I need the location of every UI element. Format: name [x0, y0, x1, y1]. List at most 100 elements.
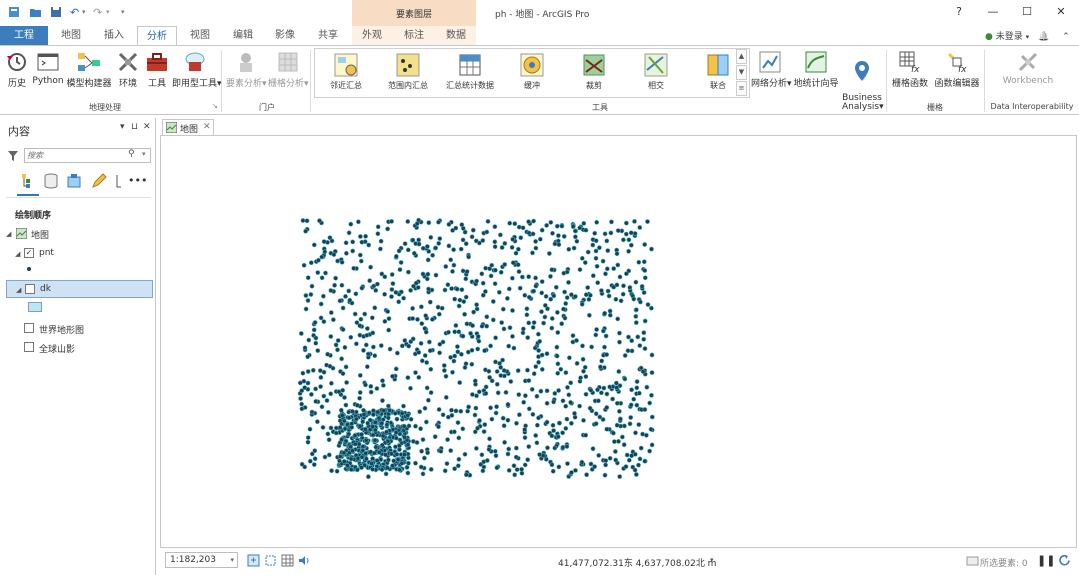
gallery-summary-statistics[interactable]: 汇总统计数据 [439, 52, 501, 91]
point-feature[interactable] [549, 267, 555, 273]
point-feature[interactable] [420, 437, 426, 442]
point-feature[interactable] [469, 392, 475, 397]
point-feature[interactable] [574, 360, 580, 366]
point-feature[interactable] [418, 464, 424, 470]
point-feature[interactable] [315, 348, 321, 353]
point-feature[interactable] [430, 252, 435, 258]
point-feature[interactable] [519, 274, 525, 280]
point-feature[interactable] [390, 426, 396, 432]
point-feature[interactable] [566, 392, 572, 398]
point-feature[interactable] [601, 385, 607, 391]
point-feature[interactable] [569, 470, 574, 475]
point-feature[interactable] [483, 265, 488, 271]
point-feature[interactable] [519, 470, 525, 476]
point-feature[interactable] [585, 249, 591, 255]
point-feature[interactable] [624, 452, 630, 458]
point-feature[interactable] [370, 330, 376, 336]
point-feature[interactable] [355, 219, 361, 225]
environments-button[interactable]: 环境 [115, 50, 141, 89]
layer-visibility-checkbox[interactable] [25, 284, 35, 294]
point-feature[interactable] [469, 347, 475, 353]
point-feature[interactable] [516, 412, 522, 418]
point-feature[interactable] [579, 301, 585, 307]
point-feature[interactable] [471, 309, 476, 315]
point-feature[interactable] [339, 259, 345, 265]
point-feature[interactable] [643, 432, 649, 438]
point-feature[interactable] [557, 420, 562, 426]
point-feature[interactable] [570, 339, 576, 345]
point-feature[interactable] [510, 333, 515, 339]
point-feature[interactable] [361, 347, 366, 353]
point-feature[interactable] [377, 246, 383, 252]
point-feature[interactable] [298, 331, 304, 336]
point-feature[interactable] [619, 434, 625, 440]
point-feature[interactable] [452, 296, 458, 302]
point-feature[interactable] [635, 334, 641, 340]
point-feature[interactable] [364, 364, 370, 370]
point-feature[interactable] [555, 361, 561, 367]
point-feature[interactable] [325, 351, 330, 357]
point-feature[interactable] [308, 391, 314, 397]
point-feature[interactable] [358, 316, 364, 322]
point-feature[interactable] [419, 448, 424, 454]
point-feature[interactable] [325, 431, 331, 437]
point-feature[interactable] [337, 454, 343, 459]
point-feature[interactable] [358, 258, 364, 264]
point-feature[interactable] [484, 458, 490, 463]
point-feature[interactable] [330, 317, 336, 323]
point-feature[interactable] [353, 341, 359, 347]
point-feature[interactable] [572, 414, 578, 420]
point-feature[interactable] [357, 372, 363, 378]
point-feature[interactable] [485, 219, 491, 224]
point-feature[interactable] [449, 407, 454, 413]
point-feature[interactable] [443, 373, 449, 379]
close-button[interactable]: ✕ [1044, 0, 1078, 24]
point-feature[interactable] [570, 224, 576, 229]
point-feature[interactable] [490, 317, 496, 323]
point-feature[interactable] [492, 244, 498, 250]
point-feature[interactable] [637, 456, 643, 462]
point-feature[interactable] [474, 306, 480, 312]
point-feature[interactable] [380, 398, 385, 403]
filter-icon[interactable] [7, 150, 19, 162]
point-feature[interactable] [494, 369, 500, 374]
point-feature[interactable] [398, 289, 404, 295]
point-feature[interactable] [445, 282, 451, 288]
point-feature[interactable] [428, 466, 434, 472]
point-feature[interactable] [301, 262, 307, 268]
point-feature[interactable] [321, 369, 327, 375]
point-feature[interactable] [458, 408, 464, 414]
point-feature[interactable] [614, 251, 620, 257]
point-feature[interactable] [498, 373, 504, 378]
point-feature[interactable] [568, 380, 574, 386]
point-feature[interactable] [424, 360, 430, 365]
map-canvas[interactable] [161, 136, 1076, 547]
point-feature[interactable] [554, 223, 560, 229]
refresh-icon[interactable] [1058, 554, 1071, 567]
point-feature[interactable] [478, 461, 484, 467]
point-feature[interactable] [406, 423, 412, 429]
point-feature[interactable] [429, 316, 435, 322]
point-feature[interactable] [629, 348, 635, 354]
point-feature[interactable] [611, 439, 617, 444]
point-feature[interactable] [522, 435, 528, 440]
gallery-summarize-within[interactable]: 范围内汇总 [377, 52, 439, 91]
point-feature[interactable] [637, 299, 643, 305]
point-feature[interactable] [385, 403, 391, 409]
point-feature[interactable] [572, 410, 577, 416]
point-feature[interactable] [564, 444, 570, 449]
point-feature[interactable] [495, 390, 501, 396]
point-feature[interactable] [530, 324, 536, 330]
point-feature[interactable] [439, 305, 445, 311]
point-feature[interactable] [596, 452, 602, 458]
point-feature[interactable] [425, 397, 431, 403]
point-feature[interactable] [380, 433, 386, 439]
point-feature[interactable] [328, 310, 334, 315]
point-feature[interactable] [356, 441, 362, 447]
point-feature[interactable] [455, 420, 461, 425]
point-feature[interactable] [564, 416, 570, 422]
point-feature[interactable] [359, 285, 365, 291]
point-feature[interactable] [551, 428, 556, 433]
point-feature[interactable] [476, 389, 482, 395]
point-feature[interactable] [633, 313, 639, 319]
